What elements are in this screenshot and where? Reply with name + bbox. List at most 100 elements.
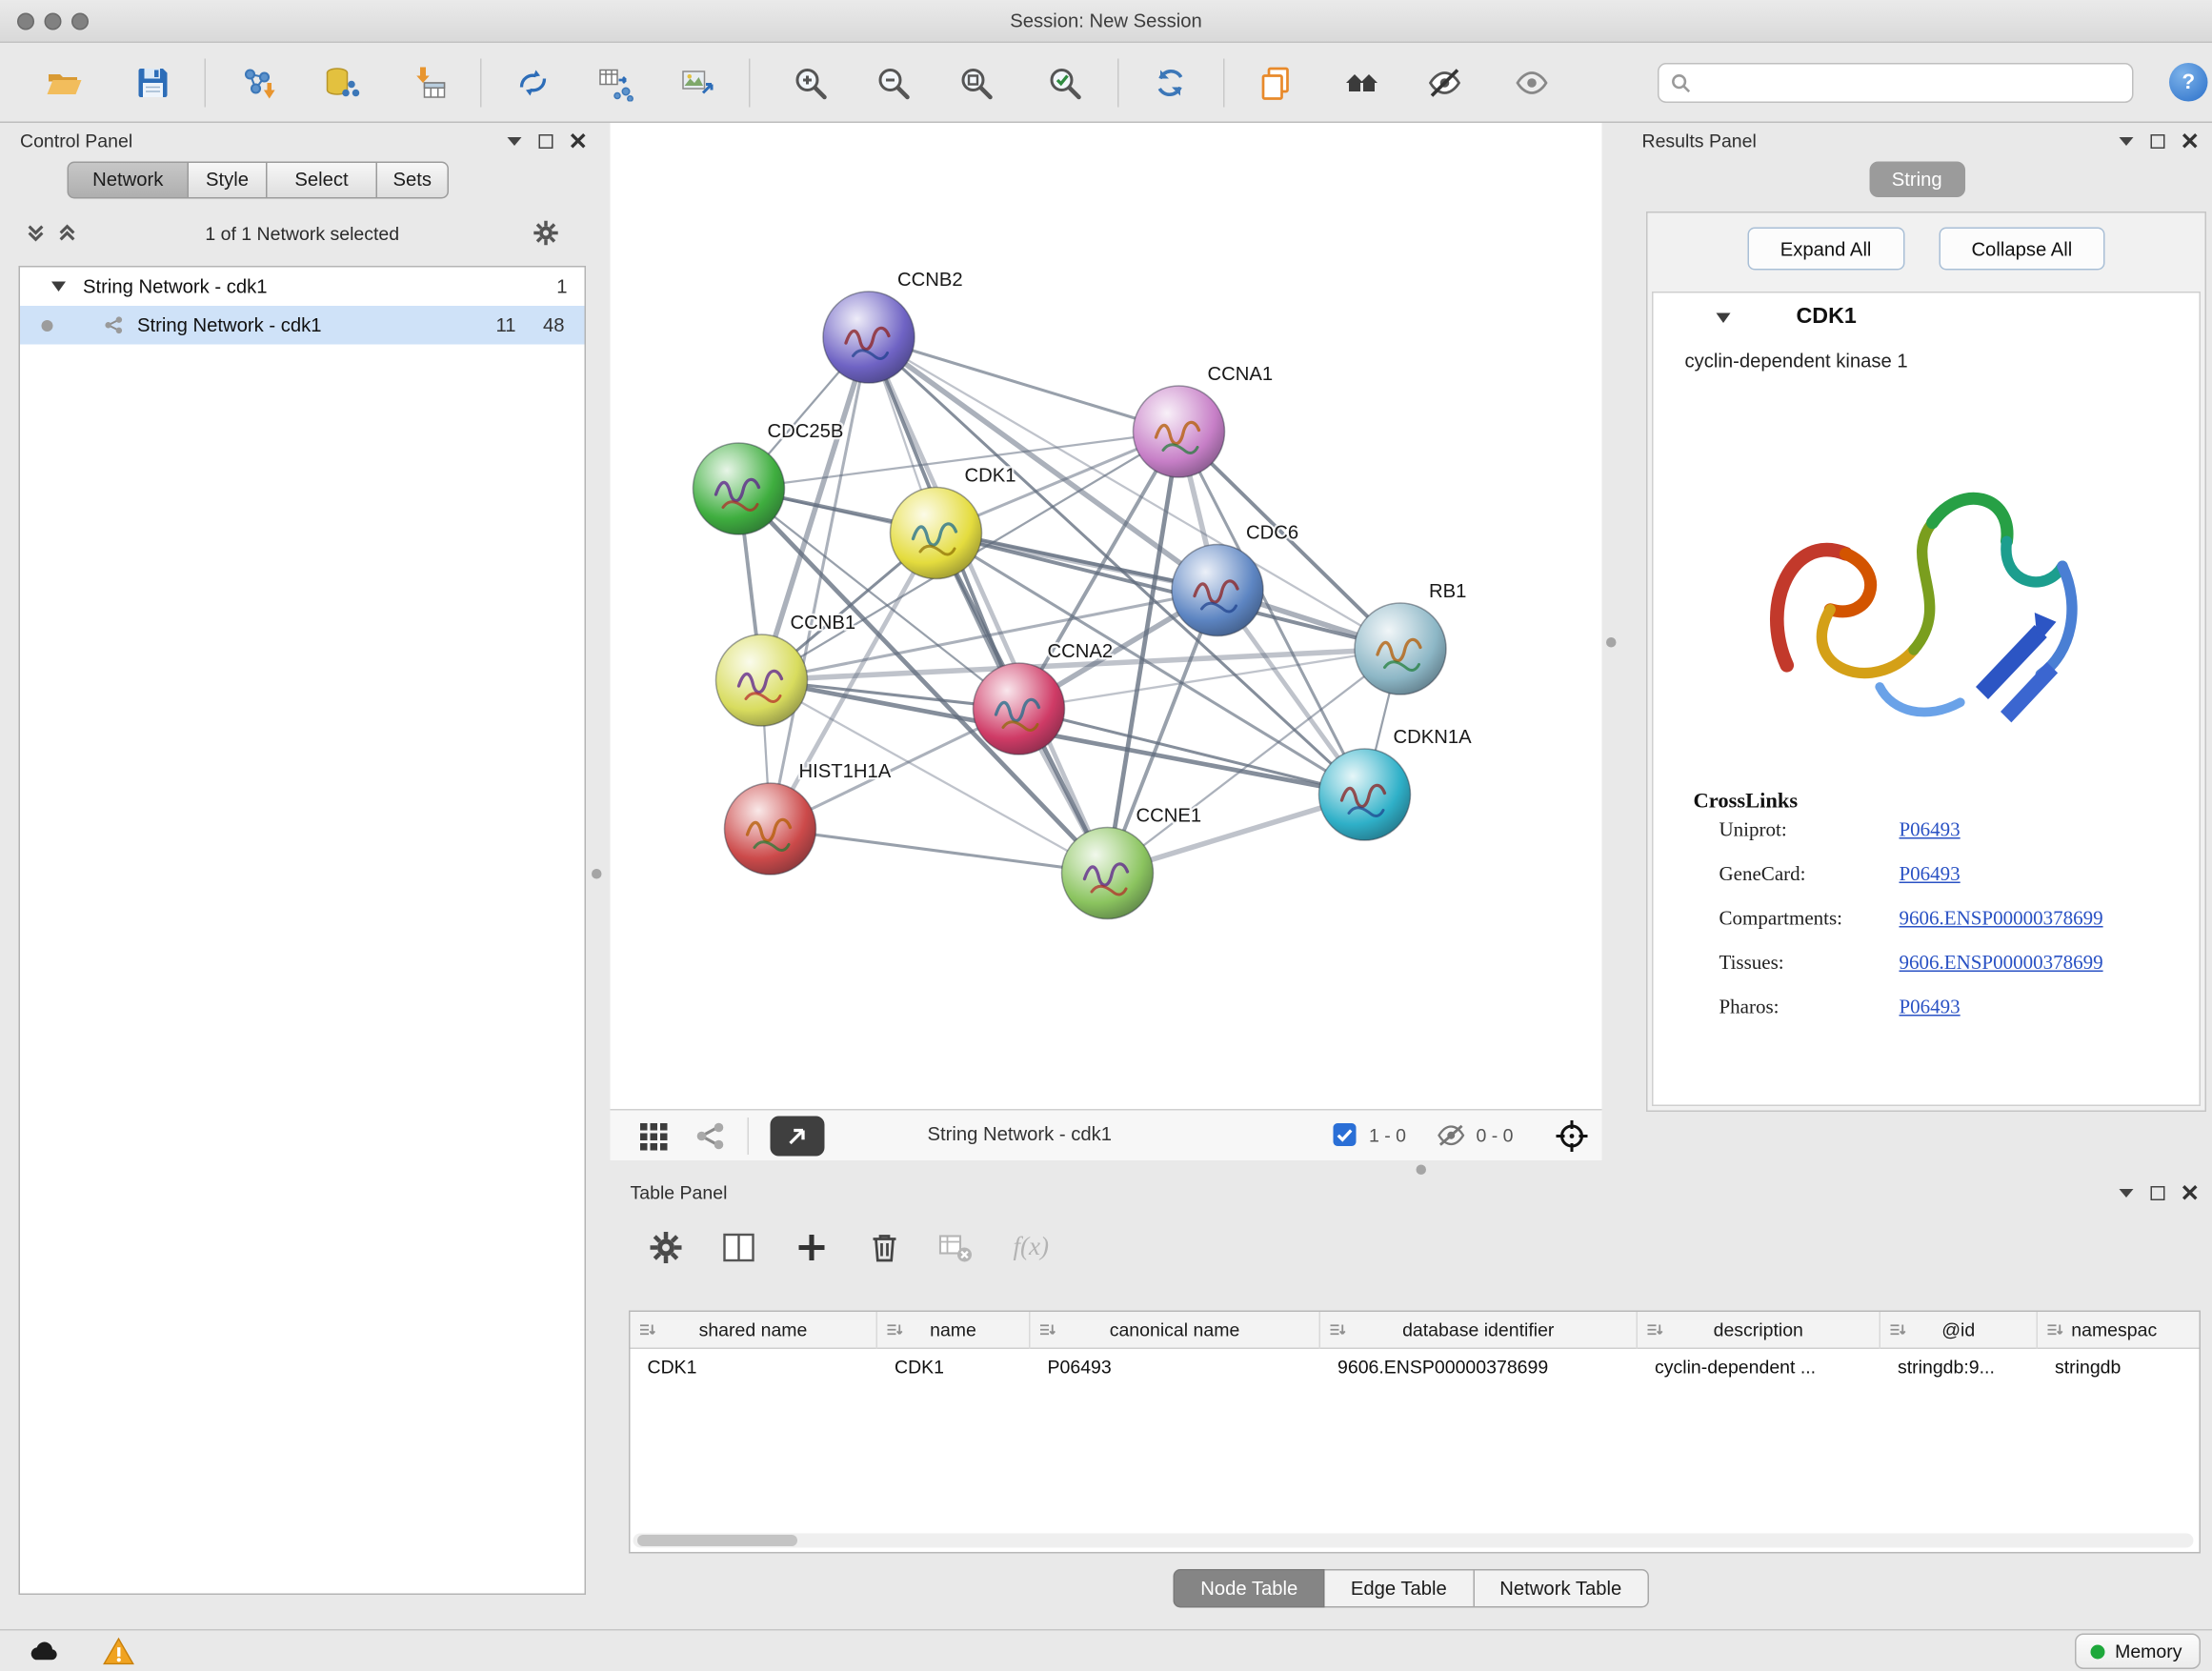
protein-card-expander-icon[interactable] [1717, 313, 1731, 324]
column-header-canonical-name[interactable]: canonical name [1031, 1312, 1321, 1349]
network-node-CCNE1[interactable] [1062, 828, 1154, 919]
float-panel-icon[interactable] [2120, 1188, 2134, 1197]
maximize-panel-icon[interactable] [2151, 1185, 2165, 1199]
tab-style[interactable]: Style [189, 162, 268, 199]
zoom-out-button[interactable] [875, 65, 912, 102]
table-options-button[interactable] [648, 1229, 685, 1266]
crosslink-uniprot-link[interactable]: P06493 [1900, 820, 1961, 843]
zoom-in-button[interactable] [792, 65, 829, 102]
cell-id[interactable]: stringdb:9... [1880, 1349, 2038, 1385]
column-header-name[interactable]: name [877, 1312, 1031, 1349]
network-edge-CCNB2-CCNA1[interactable] [869, 337, 1179, 432]
cell-canonical-name[interactable]: P06493 [1031, 1349, 1321, 1385]
selected-checkbox-icon[interactable] [1332, 1122, 1357, 1148]
network-node-CCNA1[interactable] [1134, 386, 1225, 477]
cloud-status-button[interactable] [20, 1634, 69, 1671]
copy-document-button[interactable] [1257, 65, 1295, 102]
tab-network-table[interactable]: Network Table [1474, 1569, 1648, 1608]
fit-selected-crosshair-icon[interactable] [1554, 1117, 1591, 1155]
function-builder-button[interactable]: f(x) [1014, 1232, 1049, 1262]
network-node-CCNB1[interactable] [716, 634, 808, 726]
column-header-database-identifier[interactable]: database identifier [1320, 1312, 1638, 1349]
network-node-CDKN1A[interactable] [1319, 749, 1411, 840]
tab-select[interactable]: Select [268, 162, 378, 199]
tab-string[interactable]: String [1869, 162, 1965, 198]
cell-name[interactable]: CDK1 [877, 1349, 1031, 1385]
network-edge-CCNE1-HIST1H1A[interactable] [771, 829, 1108, 874]
float-panel-icon[interactable] [2120, 136, 2134, 145]
expand-all-button[interactable]: Expand All [1747, 228, 1904, 271]
network-options-button[interactable] [532, 219, 560, 248]
close-panel-icon[interactable] [571, 133, 587, 150]
import-table-file-button[interactable] [412, 65, 449, 102]
delete-table-button[interactable] [936, 1229, 974, 1266]
clone-network-button[interactable] [514, 65, 552, 102]
column-header-id[interactable]: @id [1880, 1312, 2038, 1349]
float-panel-icon[interactable] [508, 136, 522, 145]
protein-card-header[interactable]: CDK1 [1654, 293, 2200, 342]
table-row[interactable]: CDK1 CDK1 P06493 9606.ENSP00000378699 cy… [631, 1349, 2200, 1385]
maximize-panel-icon[interactable] [539, 133, 553, 148]
import-network-database-button[interactable] [323, 65, 360, 102]
network-node-RB1[interactable] [1355, 603, 1446, 695]
crosslink-compartments-link[interactable]: 9606.ENSP00000378699 [1900, 909, 2103, 932]
export-image-button[interactable] [680, 65, 717, 102]
crosslink-genecard-link[interactable]: P06493 [1900, 865, 1961, 888]
cell-description[interactable]: cyclin-dependent ... [1638, 1349, 1880, 1385]
crosslink-pharos-link[interactable]: P06493 [1900, 997, 1961, 1020]
close-panel-icon[interactable] [2182, 133, 2199, 150]
network-node-CCNB2[interactable] [823, 292, 915, 383]
cell-shared-name[interactable]: CDK1 [631, 1349, 878, 1385]
show-all-button[interactable] [1514, 65, 1551, 102]
add-column-button[interactable] [794, 1229, 831, 1266]
maximize-panel-icon[interactable] [2151, 133, 2165, 148]
open-session-button[interactable] [46, 65, 83, 102]
column-header-shared-name[interactable]: shared name [631, 1312, 878, 1349]
tab-edge-table[interactable]: Edge Table [1325, 1569, 1474, 1608]
vertical-splitter-handle[interactable] [1606, 637, 1617, 648]
hidden-eye-slash-icon[interactable] [1437, 1123, 1467, 1148]
network-node-CDC6[interactable] [1172, 545, 1263, 636]
vertical-splitter-handle[interactable] [592, 869, 602, 879]
search-input[interactable] [1702, 66, 2124, 100]
network-canvas[interactable]: CCNB2CCNA1CDC25BCDK1CDC6RB1CCNB1CCNA2CDK… [611, 123, 1602, 1109]
home-views-button[interactable] [1343, 65, 1380, 102]
birdseye-view-button[interactable] [694, 1119, 728, 1154]
network-edge-CCNB2-HIST1H1A[interactable] [771, 337, 870, 829]
tab-sets[interactable]: Sets [377, 162, 449, 199]
zoom-selected-button[interactable] [1046, 65, 1083, 102]
annotation-mode-button[interactable] [771, 1117, 825, 1157]
zoom-fit-button[interactable] [957, 65, 995, 102]
network-row[interactable]: String Network - cdk1 11 48 [20, 306, 585, 345]
save-session-button[interactable] [134, 65, 171, 102]
network-node-CDK1[interactable] [891, 488, 982, 579]
help-button[interactable]: ? [2169, 63, 2208, 102]
network-collection-row[interactable]: String Network - cdk1 1 [20, 268, 585, 307]
hide-selected-button[interactable] [1426, 65, 1463, 102]
refresh-layout-button[interactable] [1152, 65, 1189, 102]
tab-node-table[interactable]: Node Table [1174, 1569, 1325, 1608]
import-network-file-button[interactable] [240, 65, 277, 102]
new-network-from-table-button[interactable] [597, 65, 634, 102]
column-header-description[interactable]: description [1638, 1312, 1880, 1349]
network-node-CDC25B[interactable] [694, 443, 785, 534]
grid-view-button[interactable] [636, 1119, 671, 1154]
collapse-all-button[interactable]: Collapse All [1939, 228, 2105, 271]
close-panel-icon[interactable] [2182, 1185, 2199, 1201]
memory-button[interactable]: Memory [2075, 1634, 2201, 1670]
cell-database-identifier[interactable]: 9606.ENSP00000378699 [1320, 1349, 1638, 1385]
network-node-HIST1H1A[interactable] [725, 783, 816, 875]
crosslink-tissues-link[interactable]: 9606.ENSP00000378699 [1900, 954, 2103, 976]
scrollbar-thumb[interactable] [637, 1535, 797, 1546]
network-node-CCNA2[interactable] [974, 663, 1065, 755]
tab-network[interactable]: Network [68, 162, 190, 199]
delete-column-button[interactable] [866, 1229, 903, 1266]
column-header-namespace[interactable]: namespac [2038, 1312, 2191, 1349]
network-edge-CCNB2-CCNE1[interactable] [869, 337, 1108, 874]
table-horizontal-scrollbar[interactable] [633, 1534, 2194, 1548]
collection-expander-icon[interactable] [51, 282, 66, 292]
warnings-button[interactable] [94, 1634, 143, 1671]
horizontal-splitter-handle[interactable] [1417, 1165, 1427, 1176]
cell-namespace[interactable]: stringdb [2038, 1349, 2191, 1385]
show-columns-button[interactable] [720, 1229, 757, 1266]
